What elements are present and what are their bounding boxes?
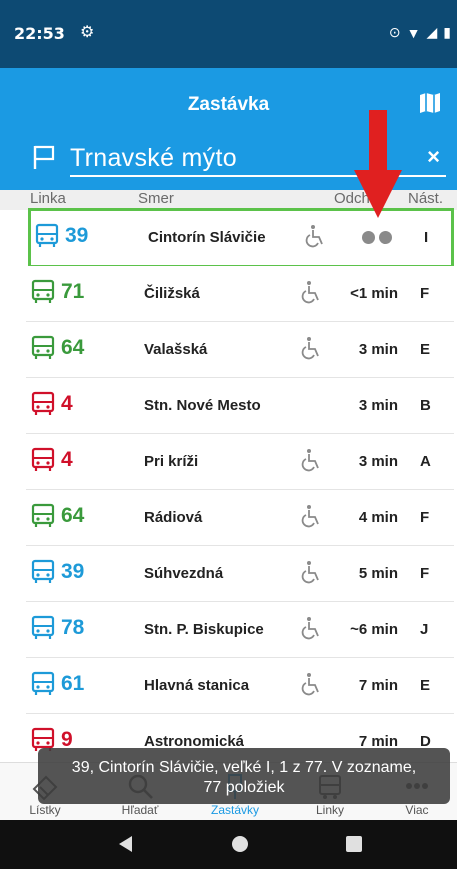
platform-label: F	[420, 565, 430, 582]
bus-icon	[31, 447, 55, 471]
line-badge: 71	[30, 279, 84, 305]
departure-row[interactable]: 78 Stn. P. Biskupice ~6 min J	[26, 602, 454, 658]
column-platform: Nást.	[408, 190, 444, 207]
signal-icon: ◢	[426, 24, 438, 40]
direction-label: Rádiová	[144, 509, 203, 526]
departure-time: 4 min	[358, 509, 398, 526]
platform-label: E	[420, 341, 431, 358]
line-badge: 4	[30, 447, 73, 473]
platform-label: F	[420, 509, 430, 526]
line-number: 4	[61, 392, 73, 415]
status-icons: ⊙ ▼ ◢ ▮	[389, 24, 451, 41]
bus-icon	[31, 559, 55, 583]
line-number: 39	[61, 560, 85, 583]
bus-icon	[31, 615, 55, 639]
bus-icon	[31, 279, 55, 303]
departure-time: 3 min	[358, 397, 398, 414]
direction-label: Cintorín Slávičie	[148, 229, 266, 246]
recents-icon[interactable]	[344, 834, 364, 854]
bus-icon	[31, 391, 55, 415]
line-badge: 64	[30, 335, 84, 361]
wheelchair-icon	[305, 225, 323, 248]
location-icon: ⊙	[388, 24, 401, 40]
direction-label: Súhvezdná	[144, 565, 224, 582]
wheelchair-icon	[301, 505, 319, 528]
stop-name[interactable]: Trnavské mýto	[70, 144, 237, 173]
departure-row[interactable]: 4 Pri kríži 3 min A	[26, 434, 454, 490]
direction-label: Stn. P. Biskupice	[144, 621, 264, 638]
departure-row[interactable]: 39 Súhvezdná 5 min F	[26, 546, 454, 602]
direction-label: Pri kríži	[144, 453, 199, 470]
line-number: 4	[61, 448, 73, 471]
battery-icon: ▮	[443, 24, 451, 40]
departure-time: 3 min	[358, 341, 398, 358]
toast-line-1: 39, Cintorín Slávičie, veľké I, 1 z 77. …	[71, 759, 417, 776]
platform-label: B	[420, 397, 431, 414]
nav-label: Viac	[405, 803, 429, 817]
direction-label: Stn. Nové Mesto	[144, 397, 261, 414]
line-badge: 39	[34, 223, 88, 249]
direction-label: Hlavná stanica	[144, 677, 250, 694]
accessibility-toast: 39, Cintorín Slávičie, veľké I, 1 z 77. …	[38, 748, 450, 804]
line-number: 39	[65, 224, 89, 247]
wheelchair-icon	[301, 337, 319, 360]
line-badge: 64	[30, 503, 84, 529]
bus-icon	[31, 503, 55, 527]
line-badge: 61	[30, 671, 84, 697]
line-badge: 4	[30, 391, 73, 417]
departure-time: ~6 min	[350, 621, 398, 638]
line-badge: 39	[30, 559, 84, 585]
departure-row[interactable]: 4 Stn. Nové Mesto 3 min B	[26, 378, 454, 434]
departure-time: 5 min	[358, 565, 398, 582]
nav-label: Linky	[315, 803, 344, 817]
settings-gear-icon: ⚙	[80, 24, 95, 41]
line-number: 64	[61, 504, 85, 527]
wheelchair-icon	[301, 617, 319, 640]
platform-label: E	[420, 677, 431, 694]
flag-icon	[33, 145, 55, 169]
departure-row[interactable]: 61 Hlavná stanica 7 min E	[26, 658, 454, 714]
status-time: 22:53	[14, 24, 65, 43]
status-bar: 22:53 ⚙ ⊙ ▼ ◢ ▮	[0, 0, 457, 68]
line-number: 78	[61, 616, 85, 639]
nav-label: Lístky	[29, 803, 61, 817]
departure-time: <1 min	[350, 285, 398, 302]
system-navigation-bar	[0, 820, 457, 869]
line-number: 61	[61, 672, 85, 695]
realtime-dots-icon	[362, 231, 392, 244]
wheelchair-icon	[301, 673, 319, 696]
departure-time: 3 min	[358, 453, 398, 470]
departure-time: 7 min	[358, 677, 398, 694]
red-arrow-annotation	[354, 110, 402, 218]
platform-label: F	[420, 285, 430, 302]
bus-icon	[31, 335, 55, 359]
home-icon[interactable]	[230, 834, 250, 854]
wifi-icon: ▼	[406, 24, 421, 41]
clear-button[interactable]: ×	[427, 144, 440, 170]
direction-label: Valašská	[144, 341, 208, 358]
back-icon[interactable]	[116, 834, 136, 854]
nav-label: Hľadať	[121, 803, 159, 817]
line-badge: 78	[30, 615, 84, 641]
nav-label: Zastávky	[210, 803, 259, 817]
platform-label: A	[420, 453, 431, 470]
column-line: Linka	[30, 190, 66, 207]
wheelchair-icon	[301, 281, 319, 304]
platform-label: J	[420, 621, 429, 638]
bus-icon	[31, 671, 55, 695]
wheelchair-icon	[301, 449, 319, 472]
column-direction: Smer	[138, 190, 174, 207]
platform-label: I	[424, 229, 429, 246]
line-number: 71	[61, 280, 85, 303]
bus-icon	[35, 223, 59, 247]
departure-row[interactable]: 64 Valašská 3 min E	[26, 322, 454, 378]
departure-row[interactable]: 64 Rádiová 4 min F	[26, 490, 454, 546]
line-number: 64	[61, 336, 85, 359]
toast-line-2: 77 položiek	[203, 779, 285, 796]
map-icon[interactable]	[419, 92, 441, 114]
direction-label: Čiližská	[144, 285, 200, 302]
wheelchair-icon	[301, 561, 319, 584]
departure-row[interactable]: 71 Čiližská <1 min F	[26, 266, 454, 322]
